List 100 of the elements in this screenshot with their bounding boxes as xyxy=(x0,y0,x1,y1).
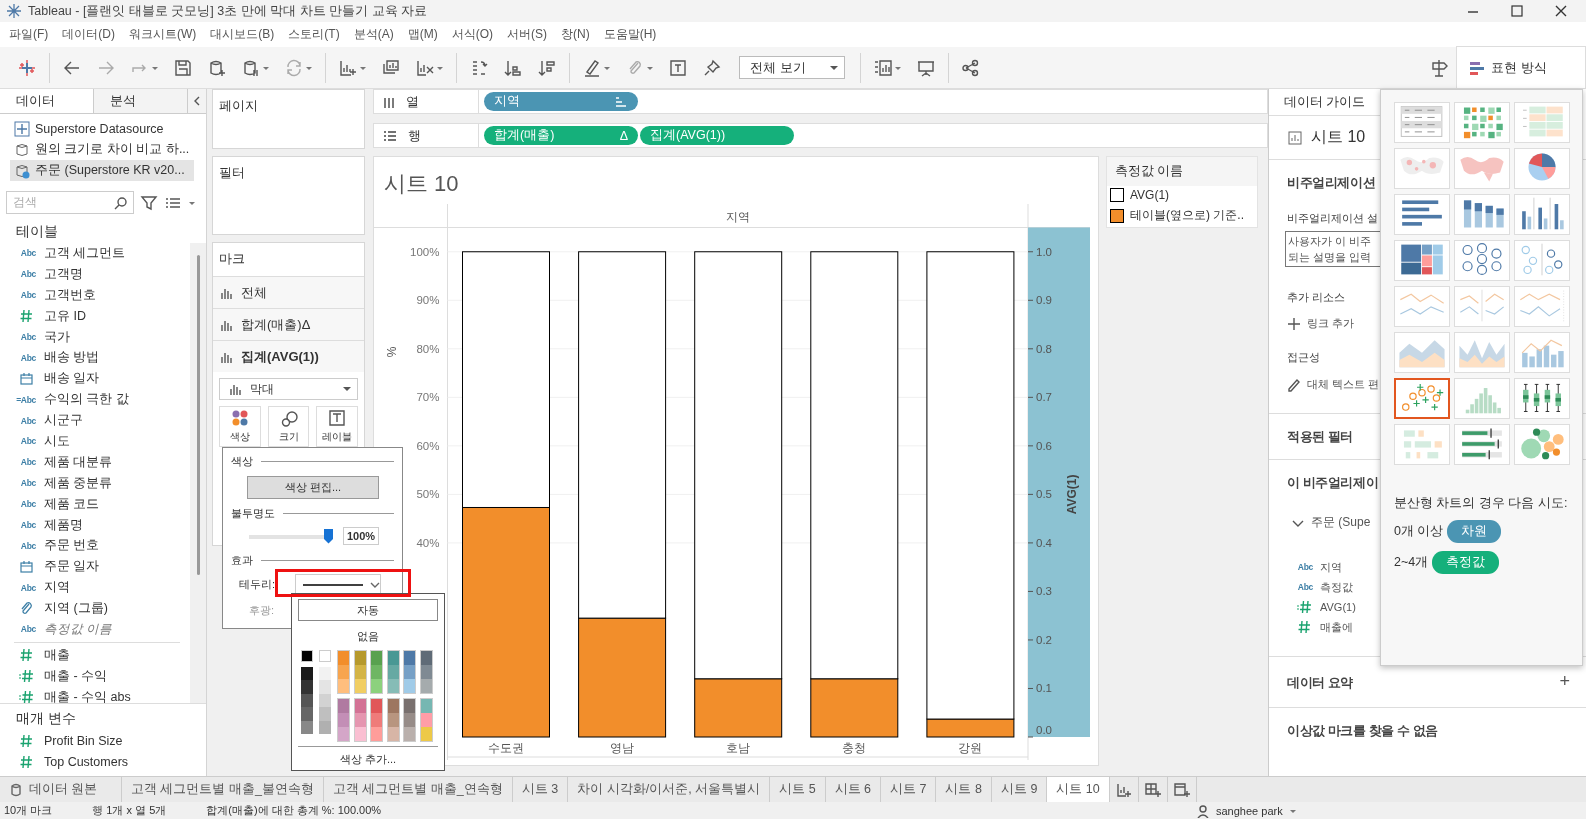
fit-dropdown[interactable]: 전체 보기 xyxy=(739,56,845,79)
color-swatch[interactable] xyxy=(387,679,399,693)
lines-discrete-chart-option[interactable] xyxy=(1394,286,1450,327)
field-item[interactable]: 주문 일자 xyxy=(0,556,190,578)
data-source-item[interactable]: 주문 (Supe xyxy=(1291,508,1371,537)
area-continuous-chart-option[interactable] xyxy=(1394,332,1450,373)
user-menu[interactable]: sanghee park xyxy=(1196,803,1386,818)
color-swatch[interactable] xyxy=(338,665,349,679)
symbol-map-chart-option[interactable] xyxy=(1394,148,1450,189)
color-swatch[interactable] xyxy=(404,665,415,679)
color-swatch[interactable] xyxy=(301,680,313,694)
marks-layer[interactable]: 집계(AVG(1)) xyxy=(213,340,364,372)
dual-lines-chart-option[interactable] xyxy=(1514,286,1570,327)
color-swatch[interactable] xyxy=(354,726,366,741)
slider-thumb[interactable] xyxy=(324,528,333,544)
field-item[interactable]: Abc 배송 방법 xyxy=(0,347,190,369)
scatter-chart-option[interactable] xyxy=(1394,378,1450,419)
heat-map-chart-option[interactable] xyxy=(1454,102,1510,143)
show-me-tab[interactable]: 표현 방식 xyxy=(1456,46,1586,88)
data-source-item[interactable]: 주문 (Superstore KR v20... xyxy=(10,160,194,181)
color-swatch[interactable] xyxy=(420,698,432,713)
circle-view-chart-option[interactable] xyxy=(1454,240,1510,281)
pie-chart-option[interactable] xyxy=(1514,148,1570,189)
color-swatch[interactable] xyxy=(420,665,432,679)
color-swatch[interactable] xyxy=(420,726,432,741)
share-icon[interactable] xyxy=(961,57,981,78)
field-item[interactable]: Abc 주문 번호 xyxy=(0,535,190,557)
menu-item[interactable]: 워크시트(W) xyxy=(122,26,204,43)
color-swatch[interactable] xyxy=(301,650,313,662)
parameter-item[interactable]: Profit Bin Size xyxy=(0,730,206,752)
highlighter-icon[interactable] xyxy=(582,57,602,78)
side-circle-chart-option[interactable] xyxy=(1514,240,1570,281)
color-swatch[interactable] xyxy=(387,712,399,727)
color-swatch[interactable] xyxy=(371,712,382,727)
add-color-option[interactable]: 색상 추가... xyxy=(298,745,438,767)
color-swatch[interactable] xyxy=(387,665,399,679)
box-plot-chart-option[interactable] xyxy=(1514,378,1570,419)
new-dashboard-icon[interactable] xyxy=(1143,780,1162,799)
area-discrete-chart-option[interactable] xyxy=(1454,332,1510,373)
automatic-option[interactable]: 자동 xyxy=(298,599,438,621)
color-swatch[interactable] xyxy=(338,712,349,727)
color-swatch[interactable] xyxy=(301,667,313,681)
stacked-bar-chart-option[interactable] xyxy=(1454,194,1510,235)
color-swatch[interactable] xyxy=(404,679,415,693)
show-cards-icon[interactable] xyxy=(873,57,893,78)
color-swatch[interactable] xyxy=(387,698,399,713)
color-swatch[interactable] xyxy=(338,679,349,693)
color-swatch[interactable] xyxy=(354,651,366,665)
hbar-chart-option[interactable] xyxy=(1394,194,1450,235)
color-swatch[interactable] xyxy=(371,679,382,693)
field-item[interactable]: Abc 제품 코드 xyxy=(0,493,190,515)
maximize-icon[interactable] xyxy=(1510,4,1524,18)
text-box-icon[interactable] xyxy=(668,57,688,78)
color-swatch[interactable] xyxy=(338,651,349,665)
field-item[interactable]: 매출 xyxy=(0,644,190,666)
add-link-button[interactable]: 링크 추가 xyxy=(1287,311,1354,337)
menu-item[interactable]: 창(N) xyxy=(554,26,597,43)
close-icon[interactable] xyxy=(1554,4,1568,18)
refresh-icon[interactable] xyxy=(284,57,304,78)
menu-item[interactable]: 대시보드(B) xyxy=(203,26,282,43)
none-option[interactable]: 없음 xyxy=(298,629,438,644)
side-bar-chart-option[interactable] xyxy=(1514,194,1570,235)
mark-type-dropdown[interactable]: 막대 xyxy=(219,378,358,400)
menu-item[interactable]: 도움말(H) xyxy=(596,26,664,43)
lines-continuous-chart-option[interactable] xyxy=(1454,286,1510,327)
sheet-tab[interactable]: 시트 10 xyxy=(1047,777,1110,802)
field-item[interactable]: Abc 지역 xyxy=(0,577,190,599)
color-swatch[interactable] xyxy=(354,679,366,693)
pane-tab[interactable]: 분석 xyxy=(94,89,188,113)
field-item[interactable]: Abc 국가 xyxy=(0,326,190,348)
data-source-item[interactable]: 원의 크기로 차이 비교 하... xyxy=(10,139,194,160)
field-item[interactable]: 매출 - 수익 xyxy=(0,665,190,687)
field-item[interactable]: Abc 제품명 xyxy=(0,514,190,536)
color-swatch[interactable] xyxy=(404,726,415,741)
mark-property-button[interactable]: 레이블 xyxy=(316,406,358,447)
color-swatch[interactable] xyxy=(420,679,432,693)
data-source-item[interactable]: Superstore Datasource xyxy=(10,118,194,139)
field-item[interactable]: Abc 고객번호 xyxy=(0,284,190,306)
color-swatch[interactable] xyxy=(371,698,382,713)
color-swatch[interactable] xyxy=(387,726,399,741)
field-item[interactable]: Abc 측정값 이름 xyxy=(0,619,190,640)
color-swatch[interactable] xyxy=(420,651,432,665)
scrollbar-thumb[interactable] xyxy=(196,255,200,575)
menu-item[interactable]: 스토리(T) xyxy=(281,26,347,43)
signpost-icon[interactable] xyxy=(1429,57,1449,78)
save-icon[interactable] xyxy=(173,57,193,78)
color-swatch[interactable] xyxy=(338,698,349,713)
color-swatch[interactable] xyxy=(354,698,366,713)
color-swatch[interactable] xyxy=(319,707,331,721)
alt-text-link[interactable]: 대체 텍스트 편 xyxy=(1287,371,1379,398)
mark-property-button[interactable]: 크기 xyxy=(267,406,310,447)
pin-icon[interactable] xyxy=(702,57,722,78)
field-item[interactable]: 매출 - 수익 abs xyxy=(0,686,190,708)
packed-bubbles-chart-option[interactable] xyxy=(1514,424,1570,465)
color-swatch[interactable] xyxy=(371,665,382,679)
menu-item[interactable]: 서식(O) xyxy=(444,26,500,43)
field-item[interactable]: Abc 제품 중분류 xyxy=(0,472,190,494)
bullet-chart-option[interactable] xyxy=(1454,424,1510,465)
dual-combo-chart-option[interactable] xyxy=(1514,332,1570,373)
filter-icon[interactable] xyxy=(140,193,158,212)
